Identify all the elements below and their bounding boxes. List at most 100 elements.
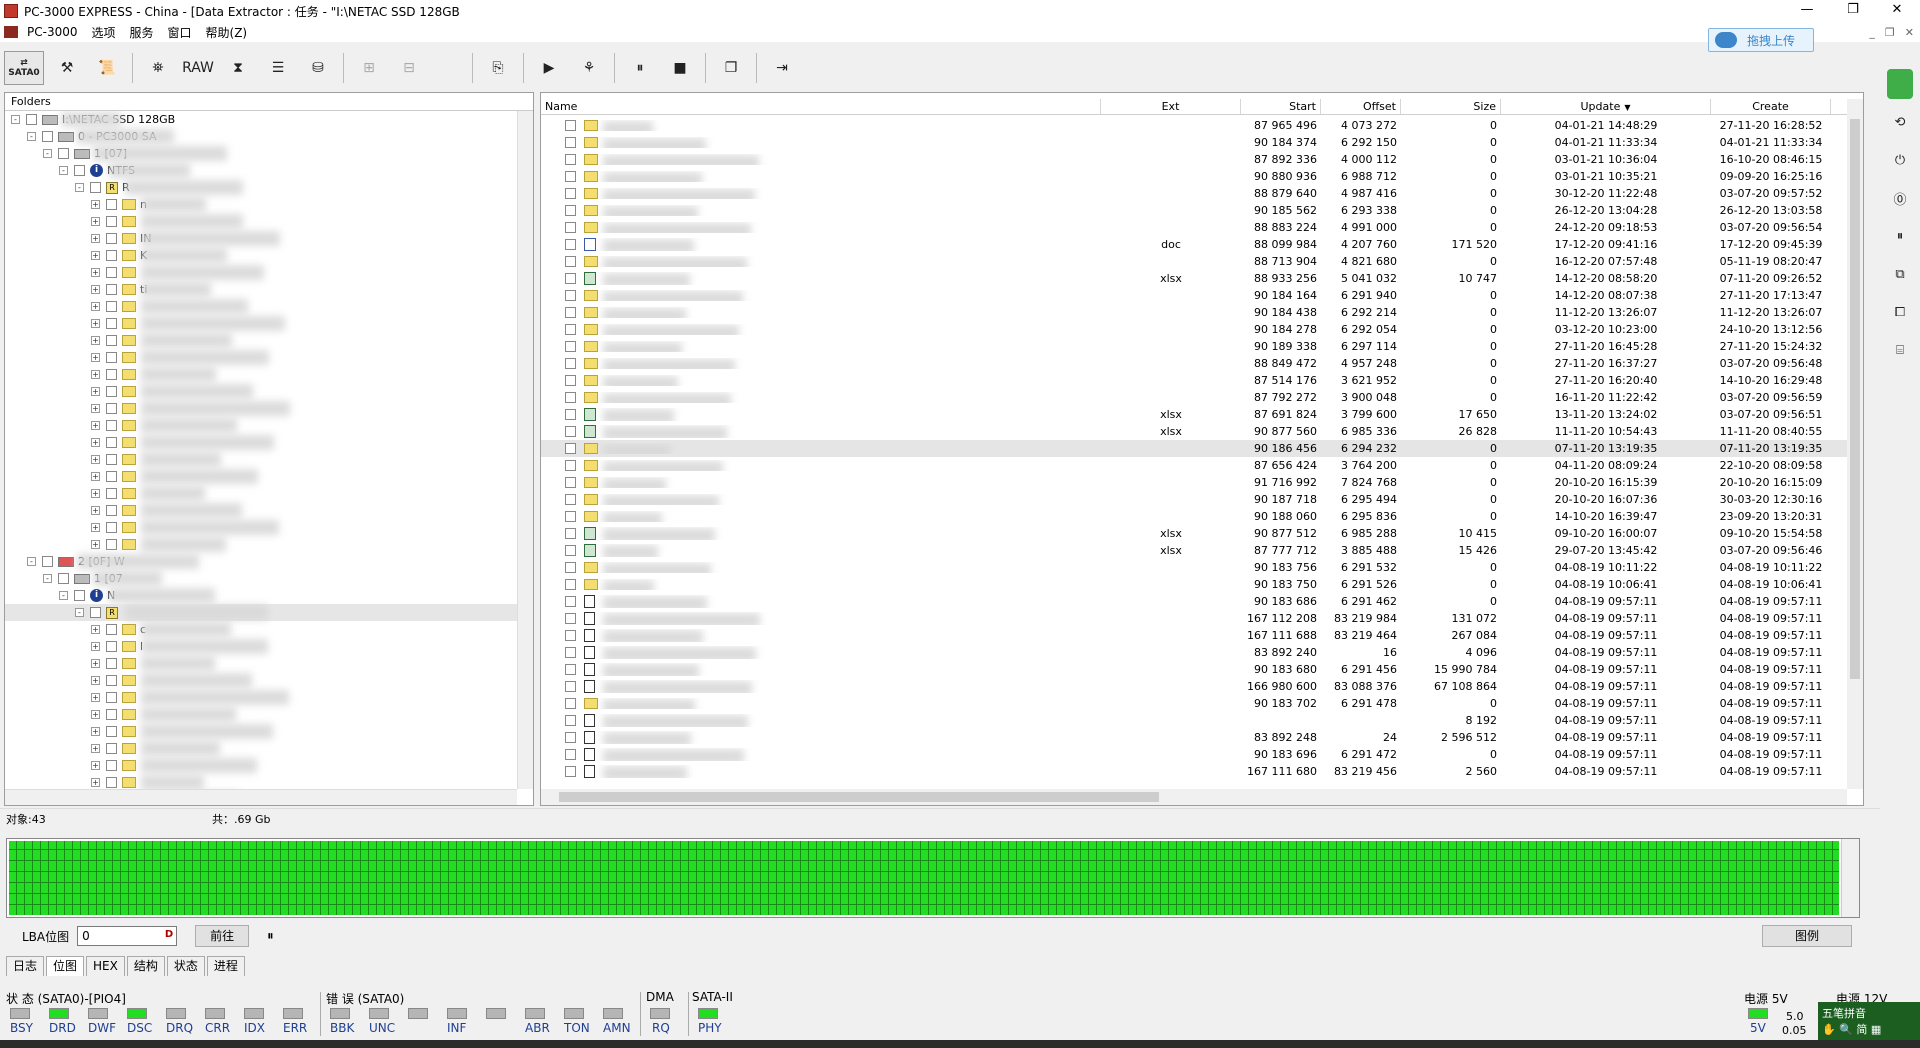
node-checkbox[interactable] — [26, 114, 37, 125]
expand-toggle[interactable]: + — [91, 693, 100, 702]
tree-node[interactable]: + — [5, 757, 517, 774]
scroll-thumb[interactable] — [559, 792, 1159, 802]
lba-unit[interactable]: D — [165, 929, 173, 940]
row-checkbox[interactable] — [565, 409, 576, 420]
row-checkbox[interactable] — [565, 732, 576, 743]
expand-toggle[interactable]: - — [75, 183, 84, 192]
search-button[interactable]: ⛯ — [141, 51, 175, 85]
table-row[interactable]: 90 183 696 6 291 472 0 04-08-19 09:57:11 04-… — [541, 746, 1847, 763]
table-row[interactable]: 90 184 278 6 292 054 0 03-12-20 10:23:00 24-… — [541, 321, 1847, 338]
expand-toggle[interactable]: + — [91, 523, 100, 532]
tree-node[interactable]: + — [5, 417, 517, 434]
tools-button[interactable]: ⚒ — [50, 51, 84, 85]
row-checkbox[interactable] — [565, 171, 576, 182]
node-checkbox[interactable] — [106, 199, 117, 210]
table-row[interactable]: 90 183 680 6 291 456 15 990 784 04-08-19 09… — [541, 661, 1847, 678]
tree-node[interactable]: -1 [07] — [5, 145, 517, 162]
go-button[interactable]: 前往 — [195, 925, 250, 947]
expand-toggle[interactable]: + — [91, 540, 100, 549]
menu-options[interactable]: 选项 — [84, 24, 122, 41]
expand-toggle[interactable]: + — [91, 642, 100, 651]
table-row[interactable]: 90 185 562 6 293 338 0 26-12-20 13:04:28 26-… — [541, 202, 1847, 219]
connector-button[interactable]: ⌸ — [1885, 336, 1915, 364]
scroll-thumb[interactable] — [1850, 119, 1860, 679]
row-checkbox[interactable] — [565, 188, 576, 199]
row-checkbox[interactable] — [565, 681, 576, 692]
row-checkbox[interactable] — [565, 613, 576, 624]
log-button[interactable]: 📜 — [90, 51, 124, 85]
tree-node[interactable]: + — [5, 519, 517, 536]
export-button[interactable]: ⎘ — [481, 51, 515, 85]
expand-toggle[interactable]: + — [91, 438, 100, 447]
exit-button[interactable]: ⇥ — [765, 51, 799, 85]
table-row[interactable]: 88 879 640 4 987 416 0 30-12-20 11:22:48 03-… — [541, 185, 1847, 202]
tree-node[interactable]: +c — [5, 621, 517, 638]
tree-node[interactable]: -iN — [5, 587, 517, 604]
row-checkbox[interactable] — [565, 120, 576, 131]
column-header-update[interactable]: Update ▼ — [1501, 99, 1711, 114]
mdi-minimize-button[interactable]: _ — [1869, 26, 1875, 39]
table-row[interactable]: 8 192 04-08-19 09:57:11 04-08-19 09:57:11 — [541, 712, 1847, 729]
expand-toggle[interactable]: + — [91, 778, 100, 787]
expand-toggle[interactable]: + — [91, 302, 100, 311]
node-checkbox[interactable] — [106, 471, 117, 482]
table-row[interactable]: 90 184 164 6 291 940 0 14-12-20 08:07:38 27-… — [541, 287, 1847, 304]
table-row[interactable]: doc 88 099 984 4 207 760 171 520 17-12-20 09… — [541, 236, 1847, 253]
tree-node[interactable]: -0 - PC3000 SA — [5, 128, 517, 145]
node-checkbox[interactable] — [106, 420, 117, 431]
table-row[interactable]: 88 713 904 4 821 680 0 16-12-20 07:57:48 05-… — [541, 253, 1847, 270]
expand-toggle[interactable]: + — [91, 217, 100, 226]
row-checkbox[interactable] — [565, 256, 576, 267]
raw-button[interactable]: RAW — [181, 51, 215, 85]
column-header-start[interactable]: Start — [1241, 99, 1321, 114]
expand-toggle[interactable]: + — [91, 268, 100, 277]
node-checkbox[interactable] — [106, 216, 117, 227]
tree-node[interactable]: + — [5, 400, 517, 417]
table-row[interactable]: xlsx 90 877 560 6 985 336 26 828 11-11-20 10… — [541, 423, 1847, 440]
table-row[interactable]: 90 183 702 6 291 478 0 04-08-19 09:57:11 04-… — [541, 695, 1847, 712]
table-row[interactable]: 167 111 688 83 219 464 267 084 04-08-19 09:… — [541, 627, 1847, 644]
node-checkbox[interactable] — [106, 709, 117, 720]
row-checkbox[interactable] — [565, 205, 576, 216]
folder-tree[interactable]: -I:\NETAC SSD 128GB-0 - PC3000 SA-1 [07]… — [5, 111, 517, 789]
node-checkbox[interactable] — [106, 624, 117, 635]
row-checkbox[interactable] — [565, 545, 576, 556]
maximize-button[interactable]: ❐ — [1830, 0, 1876, 22]
tree-node[interactable]: + — [5, 298, 517, 315]
expand-toggle[interactable]: - — [75, 608, 84, 617]
column-header-ext[interactable]: Ext — [1101, 99, 1241, 114]
expand-toggle[interactable]: + — [91, 659, 100, 668]
tree-node[interactable]: -1 [07 — [5, 570, 517, 587]
tree-node[interactable]: + — [5, 332, 517, 349]
row-checkbox[interactable] — [565, 443, 576, 454]
node-checkbox[interactable] — [106, 386, 117, 397]
expand-toggle[interactable]: - — [43, 149, 52, 158]
expand-toggle[interactable]: + — [91, 200, 100, 209]
list-vertical-scrollbar[interactable] — [1847, 99, 1863, 789]
tab-structure[interactable]: 结构 — [126, 956, 165, 976]
tab-hex[interactable]: HEX — [86, 956, 125, 976]
tree-node[interactable]: +K — [5, 247, 517, 264]
node-checkbox[interactable] — [58, 573, 69, 584]
menu-help[interactable]: 帮助(Z) — [199, 24, 255, 41]
row-checkbox[interactable] — [565, 647, 576, 658]
table-row[interactable]: 91 716 992 7 824 768 0 20-10-20 16:15:39 20-… — [541, 474, 1847, 491]
tree-node[interactable]: + — [5, 502, 517, 519]
node-checkbox[interactable] — [106, 675, 117, 686]
legend-button[interactable]: 图例 — [1762, 925, 1852, 947]
node-checkbox[interactable] — [106, 777, 117, 788]
expand-toggle[interactable]: + — [91, 353, 100, 362]
tree-node[interactable]: + — [5, 774, 517, 789]
expand-toggle[interactable]: + — [91, 319, 100, 328]
table-row[interactable]: 167 112 208 83 219 984 131 072 04-08-19 09:… — [541, 610, 1847, 627]
table-row[interactable]: 87 656 424 3 764 200 0 04-11-20 08:09:24 22-… — [541, 457, 1847, 474]
tab-status[interactable]: 状态 — [166, 956, 205, 976]
node-checkbox[interactable] — [106, 488, 117, 499]
tree-button[interactable]: ⊞ — [352, 51, 386, 85]
expand-toggle[interactable]: + — [91, 370, 100, 379]
table-row[interactable]: xlsx 87 777 712 3 885 488 15 426 29-07-20 13… — [541, 542, 1847, 559]
power-button[interactable]: ⏻ — [1885, 146, 1915, 174]
node-checkbox[interactable] — [74, 590, 85, 601]
tree-node[interactable]: + — [5, 536, 517, 553]
expand-toggle[interactable]: + — [91, 506, 100, 515]
